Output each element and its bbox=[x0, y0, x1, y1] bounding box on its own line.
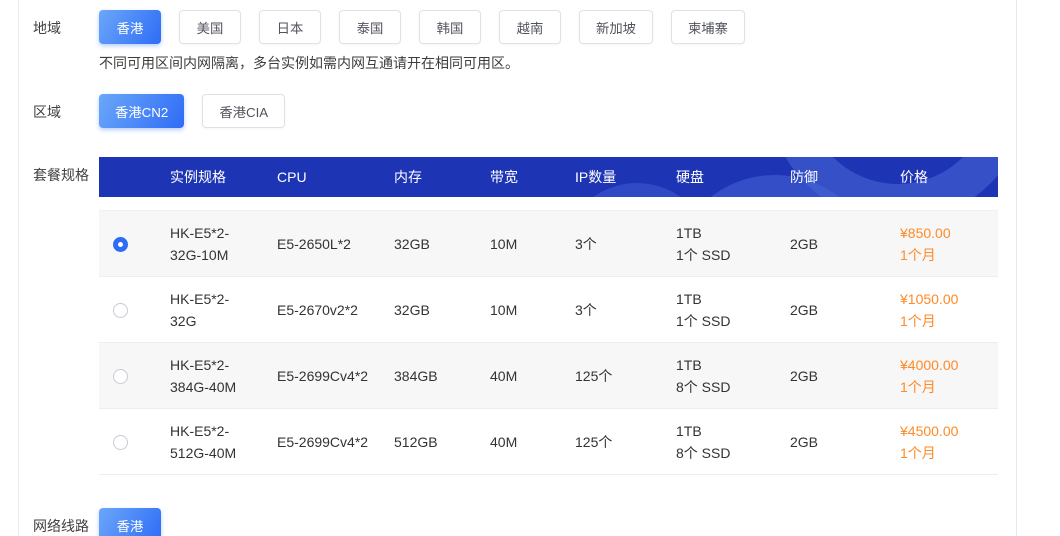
plan-disk: 1TB 8个 SSD bbox=[676, 420, 790, 464]
plan-cpu: E5-2699Cv4*2 bbox=[277, 365, 368, 387]
region-option-vietnam[interactable]: 越南 bbox=[499, 10, 561, 44]
plan-spec: HK-E5*2-384G-40M bbox=[170, 354, 254, 398]
network-label: 网络线路 bbox=[33, 498, 99, 536]
region-option-cambodia[interactable]: 柬埔寨 bbox=[671, 10, 745, 44]
plan-cpu: E5-2699Cv4*2 bbox=[277, 431, 368, 453]
zone-options: 香港CN2 香港CIA bbox=[99, 94, 998, 128]
region-options: 香港 美国 日本 泰国 韩国 越南 新加坡 柬埔寨 bbox=[99, 10, 998, 44]
region-option-singapore[interactable]: 新加坡 bbox=[579, 10, 653, 44]
zone-row: 区域 香港CN2 香港CIA bbox=[33, 94, 998, 128]
plan-spec: HK-E5*2-512G-40M bbox=[170, 420, 254, 464]
plans-label: 套餐规格 bbox=[33, 157, 99, 185]
plan-table: 实例规格 CPU 内存 带宽 IP数量 硬盘 防御 价格 bbox=[99, 157, 998, 475]
left-divider bbox=[18, 0, 19, 536]
plan-bandwidth: 40M bbox=[490, 365, 575, 387]
plan-price: ¥4000.00 1个月 bbox=[900, 354, 998, 398]
region-label: 地域 bbox=[33, 10, 99, 38]
col-header-price: 价格 bbox=[900, 167, 998, 187]
plan-ip-count: 3个 bbox=[575, 233, 676, 255]
plan-bandwidth: 40M bbox=[490, 431, 575, 453]
region-row: 地域 香港 美国 日本 泰国 韩国 越南 新加坡 柬埔寨 不同可用区间内网隔离，… bbox=[33, 10, 998, 73]
col-header-bandwidth: 带宽 bbox=[490, 167, 575, 187]
plan-ip-count: 125个 bbox=[575, 365, 676, 387]
plan-memory: 384GB bbox=[394, 365, 490, 387]
plan-defense: 2GB bbox=[790, 299, 900, 321]
plan-price: ¥850.00 1个月 bbox=[900, 222, 998, 266]
plan-cpu: E5-2650L*2 bbox=[277, 233, 351, 255]
col-header-memory: 内存 bbox=[394, 167, 490, 187]
plan-row-hk-32g[interactable]: HK-E5*2-32G E5-2670v2*2 32GB 10M 3个 1TB … bbox=[99, 277, 998, 343]
plan-memory: 32GB bbox=[394, 233, 490, 255]
col-header-defense: 防御 bbox=[790, 167, 900, 187]
plan-row-hk-384g-40m[interactable]: HK-E5*2-384G-40M E5-2699Cv4*2 384GB 40M … bbox=[99, 343, 998, 409]
plan-defense: 2GB bbox=[790, 365, 900, 387]
region-note: 不同可用区间内网隔离，多台实例如需内网互通请开在相同可用区。 bbox=[99, 53, 998, 73]
plan-bandwidth: 10M bbox=[490, 233, 575, 255]
plan-ip-count: 3个 bbox=[575, 299, 676, 321]
network-option-hongkong[interactable]: 香港 bbox=[99, 508, 161, 536]
region-option-japan[interactable]: 日本 bbox=[259, 10, 321, 44]
zone-option-hk-cia[interactable]: 香港CIA bbox=[202, 94, 285, 128]
region-option-korea[interactable]: 韩国 bbox=[419, 10, 481, 44]
col-header-spec: 实例规格 bbox=[170, 167, 277, 187]
col-header-disk: 硬盘 bbox=[676, 167, 790, 187]
plans-row: 套餐规格 实例规格 CPU 内存 带宽 IP数量 硬盘 防御 价格 bbox=[33, 157, 998, 475]
region-option-usa[interactable]: 美国 bbox=[179, 10, 241, 44]
region-option-hongkong[interactable]: 香港 bbox=[99, 10, 161, 44]
server-config-page: 地域 香港 美国 日本 泰国 韩国 越南 新加坡 柬埔寨 不同可用区间内网隔离，… bbox=[0, 0, 1060, 536]
zone-label: 区域 bbox=[33, 94, 99, 122]
network-row: 网络线路 香港 bbox=[33, 498, 998, 536]
plan-radio[interactable] bbox=[113, 435, 128, 450]
plan-ip-count: 125个 bbox=[575, 431, 676, 453]
right-divider bbox=[1016, 0, 1017, 536]
plan-defense: 2GB bbox=[790, 233, 900, 255]
plan-row-hk-512g-40m[interactable]: HK-E5*2-512G-40M E5-2699Cv4*2 512GB 40M … bbox=[99, 409, 998, 475]
plan-memory: 512GB bbox=[394, 431, 490, 453]
plan-table-header: 实例规格 CPU 内存 带宽 IP数量 硬盘 防御 价格 bbox=[99, 157, 998, 197]
plan-rows: HK-E5*2-32G-10M E5-2650L*2 32GB 10M 3个 1… bbox=[99, 210, 998, 475]
plan-spec: HK-E5*2-32G bbox=[170, 288, 254, 332]
plan-radio[interactable] bbox=[113, 303, 128, 318]
plan-disk: 1TB 8个 SSD bbox=[676, 354, 790, 398]
plan-radio-selected[interactable] bbox=[113, 237, 128, 252]
plan-cpu: E5-2670v2*2 bbox=[277, 299, 358, 321]
plan-disk: 1TB 1个 SSD bbox=[676, 288, 790, 332]
plan-radio[interactable] bbox=[113, 369, 128, 384]
plan-disk: 1TB 1个 SSD bbox=[676, 222, 790, 266]
region-option-thailand[interactable]: 泰国 bbox=[339, 10, 401, 44]
plan-memory: 32GB bbox=[394, 299, 490, 321]
zone-option-hk-cn2[interactable]: 香港CN2 bbox=[99, 94, 184, 128]
col-header-ip: IP数量 bbox=[575, 167, 676, 187]
plan-bandwidth: 10M bbox=[490, 299, 575, 321]
plan-price: ¥1050.00 1个月 bbox=[900, 288, 998, 332]
plan-row-hk-32g-10m[interactable]: HK-E5*2-32G-10M E5-2650L*2 32GB 10M 3个 1… bbox=[99, 211, 998, 277]
config-form: 地域 香港 美国 日本 泰国 韩国 越南 新加坡 柬埔寨 不同可用区间内网隔离，… bbox=[33, 0, 998, 536]
col-header-cpu: CPU bbox=[277, 169, 394, 185]
plan-price: ¥4500.00 1个月 bbox=[900, 420, 998, 464]
plan-spec: HK-E5*2-32G-10M bbox=[170, 222, 254, 266]
plan-defense: 2GB bbox=[790, 431, 900, 453]
